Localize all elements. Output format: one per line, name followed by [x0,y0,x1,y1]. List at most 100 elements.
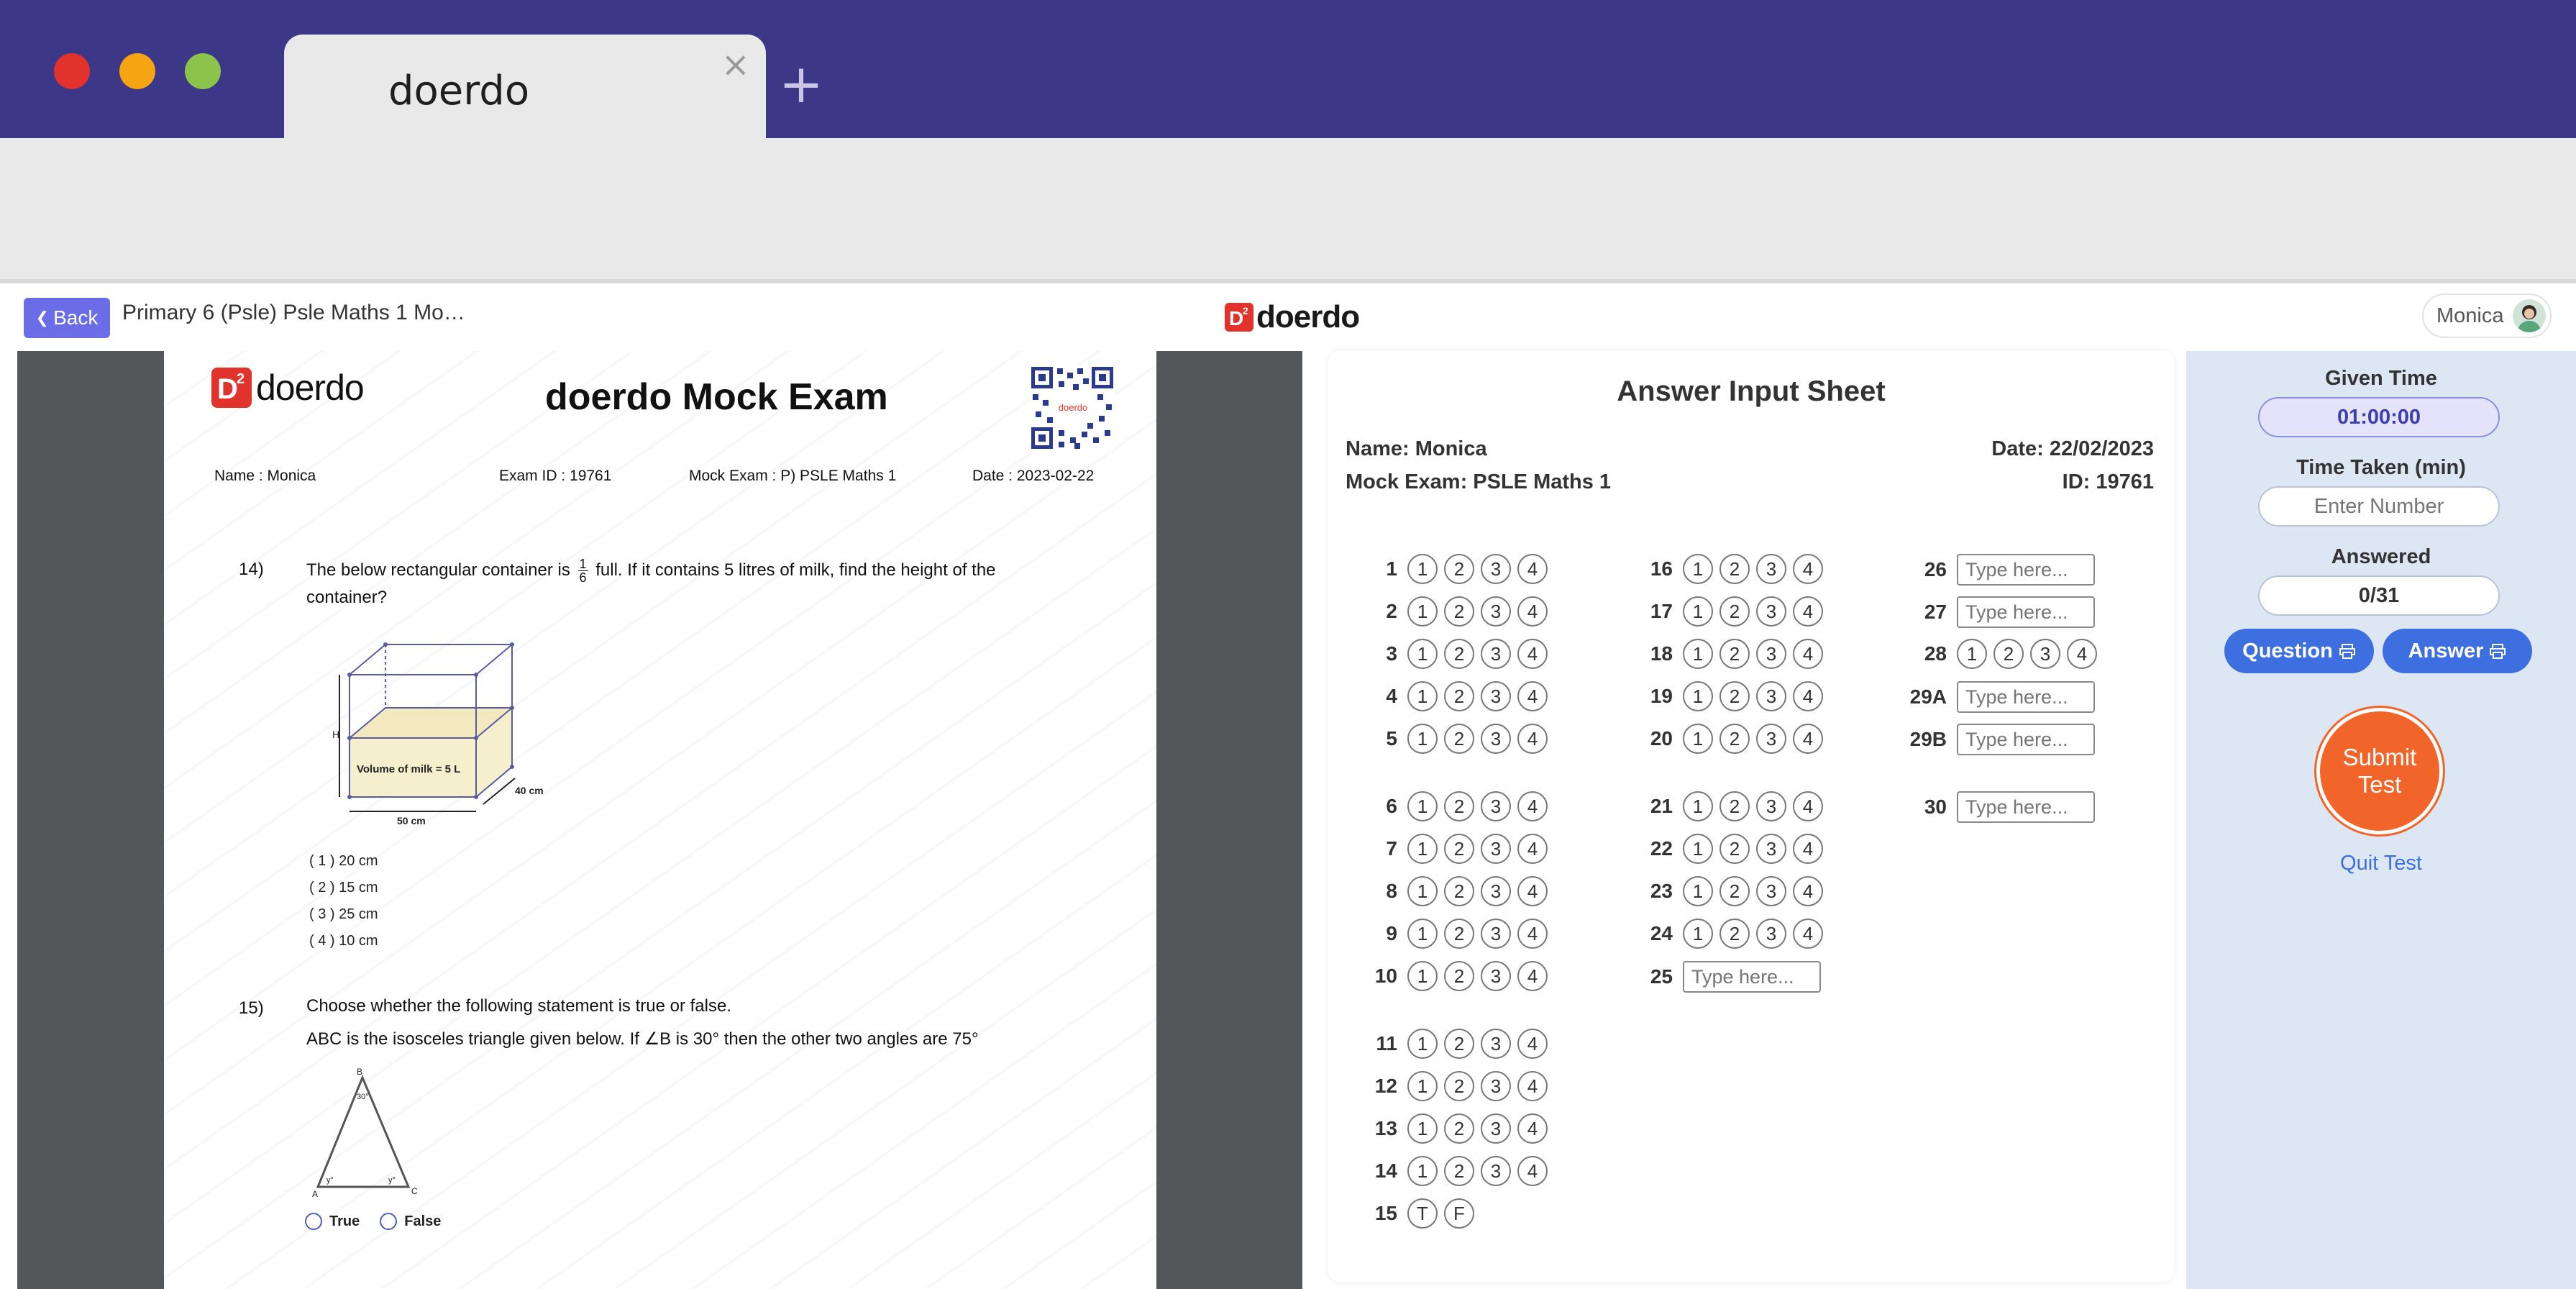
answer-bubble-1[interactable]: 1 [1683,919,1713,949]
answer-bubble-2[interactable]: 2 [1444,919,1474,949]
answer-bubble-4[interactable]: 4 [1517,639,1548,669]
tab-close-icon[interactable]: × [721,45,750,85]
answer-bubble-1[interactable]: 1 [1407,919,1438,949]
answer-bubble-3[interactable]: 3 [1481,639,1511,669]
brand-logo[interactable]: D 2 doerdo [1225,299,1360,335]
answer-bubble-2[interactable]: 2 [1444,791,1474,821]
answer-bubble-3[interactable]: 3 [1756,639,1786,669]
answer-bubble-3[interactable]: 3 [1481,681,1511,711]
true-radio[interactable] [305,1213,322,1230]
answer-bubble-2[interactable]: 2 [1444,876,1474,906]
answer-bubble-1[interactable]: 1 [1407,639,1438,669]
answer-bubble-4[interactable]: 4 [1793,834,1823,864]
answer-bubble-2[interactable]: 2 [1719,919,1750,949]
pdf-viewer[interactable]: D 2 doerdo doerdo Mock Exam doerdo Name … [17,351,1302,1289]
time-taken-input[interactable] [2258,486,2500,527]
answer-bubble-3[interactable]: 3 [2030,639,2060,669]
submit-test-button[interactable]: Submit Test [2316,708,2443,834]
answer-text-input[interactable] [1957,554,2095,586]
answer-bubble-4[interactable]: 4 [1517,1156,1548,1186]
answer-bubble-3[interactable]: 3 [1481,1156,1511,1186]
answer-bubble-3[interactable]: 3 [1756,876,1786,906]
answer-bubble-1[interactable]: 1 [1407,791,1438,821]
answer-text-input[interactable] [1957,596,2095,628]
answer-bubble-4[interactable]: 4 [1793,596,1823,627]
answer-bubble-1[interactable]: 1 [1407,1113,1438,1144]
answer-bubble-2[interactable]: 2 [1993,639,2024,669]
false-radio[interactable] [380,1213,398,1230]
answer-text-input[interactable] [1957,681,2095,713]
minimize-window-button[interactable] [119,53,155,89]
new-tab-button[interactable]: + [779,58,823,111]
answer-bubble-1[interactable]: 1 [1407,1156,1438,1186]
answer-bubble-4[interactable]: 4 [2067,639,2097,669]
answer-bubble-2[interactable]: 2 [1719,876,1750,906]
answer-bubble-2[interactable]: 2 [1719,554,1750,584]
answer-bubble-4[interactable]: 4 [1517,791,1548,821]
answer-bubble-4[interactable]: 4 [1793,681,1823,711]
answer-bubble-1[interactable]: 1 [1683,681,1713,711]
answer-bubble-3[interactable]: 3 [1481,834,1511,864]
answer-bubble-4[interactable]: 4 [1793,639,1823,669]
answer-bubble-2[interactable]: 2 [1444,724,1474,754]
answer-bubble-3[interactable]: 3 [1756,724,1786,754]
answer-bubble-4[interactable]: 4 [1517,681,1548,711]
answer-bubble-1[interactable]: 1 [1957,639,1987,669]
answer-bubble-3[interactable]: 3 [1756,919,1786,949]
answer-bubble-2[interactable]: 2 [1719,724,1750,754]
answer-bubble-3[interactable]: 3 [1481,919,1511,949]
answer-bubble-4[interactable]: 4 [1517,834,1548,864]
answer-bubble-2[interactable]: 2 [1444,681,1474,711]
answer-bubble-1[interactable]: 1 [1407,961,1438,991]
answer-bubble-t[interactable]: T [1407,1198,1438,1229]
answer-bubble-4[interactable]: 4 [1793,791,1823,821]
answer-bubble-2[interactable]: 2 [1444,1156,1474,1186]
answer-bubble-3[interactable]: 3 [1756,834,1786,864]
quit-test-link[interactable]: Quit Test [2186,852,2576,875]
answer-bubble-2[interactable]: 2 [1719,834,1750,864]
answer-bubble-4[interactable]: 4 [1793,724,1823,754]
answer-bubble-1[interactable]: 1 [1407,596,1438,627]
answer-bubble-1[interactable]: 1 [1683,834,1713,864]
answer-bubble-3[interactable]: 3 [1756,791,1786,821]
answer-bubble-2[interactable]: 2 [1444,554,1474,584]
answer-bubble-4[interactable]: 4 [1517,1113,1548,1144]
answer-bubble-2[interactable]: 2 [1444,1071,1474,1101]
answer-bubble-1[interactable]: 1 [1683,554,1713,584]
answer-bubble-1[interactable]: 1 [1407,876,1438,906]
answer-bubble-4[interactable]: 4 [1517,596,1548,627]
answer-bubble-3[interactable]: 3 [1756,681,1786,711]
answer-bubble-4[interactable]: 4 [1517,1071,1548,1101]
answer-bubble-4[interactable]: 4 [1517,1029,1548,1059]
answer-text-input[interactable] [1957,724,2095,755]
answer-bubble-2[interactable]: 2 [1444,834,1474,864]
answer-text-input[interactable] [1683,961,1821,993]
answer-print-button[interactable]: Answer [2383,629,2532,673]
answer-bubble-2[interactable]: 2 [1719,639,1750,669]
back-button[interactable]: ❮ Back [24,298,110,338]
answer-bubble-1[interactable]: 1 [1407,1071,1438,1101]
answer-bubble-1[interactable]: 1 [1683,724,1713,754]
answer-bubble-3[interactable]: 3 [1756,596,1786,627]
user-menu[interactable]: Monica [2422,293,2552,338]
answer-bubble-4[interactable]: 4 [1517,724,1548,754]
answer-bubble-4[interactable]: 4 [1793,876,1823,906]
answer-bubble-1[interactable]: 1 [1683,596,1713,627]
answer-bubble-3[interactable]: 3 [1481,724,1511,754]
answer-bubble-2[interactable]: 2 [1444,596,1474,627]
answer-bubble-3[interactable]: 3 [1481,554,1511,584]
answer-bubble-4[interactable]: 4 [1517,919,1548,949]
answer-bubble-1[interactable]: 1 [1407,554,1438,584]
answer-bubble-1[interactable]: 1 [1407,681,1438,711]
answer-bubble-1[interactable]: 1 [1407,1029,1438,1059]
answer-bubble-1[interactable]: 1 [1683,876,1713,906]
answer-bubble-3[interactable]: 3 [1481,961,1511,991]
answer-bubble-3[interactable]: 3 [1481,791,1511,821]
answer-bubble-f[interactable]: F [1444,1198,1474,1229]
answer-bubble-4[interactable]: 4 [1517,876,1548,906]
answer-text-input[interactable] [1957,791,2095,823]
browser-tab[interactable]: doerdo × [284,35,766,140]
answer-bubble-1[interactable]: 1 [1683,639,1713,669]
answer-bubble-1[interactable]: 1 [1683,791,1713,821]
answer-bubble-4[interactable]: 4 [1793,554,1823,584]
